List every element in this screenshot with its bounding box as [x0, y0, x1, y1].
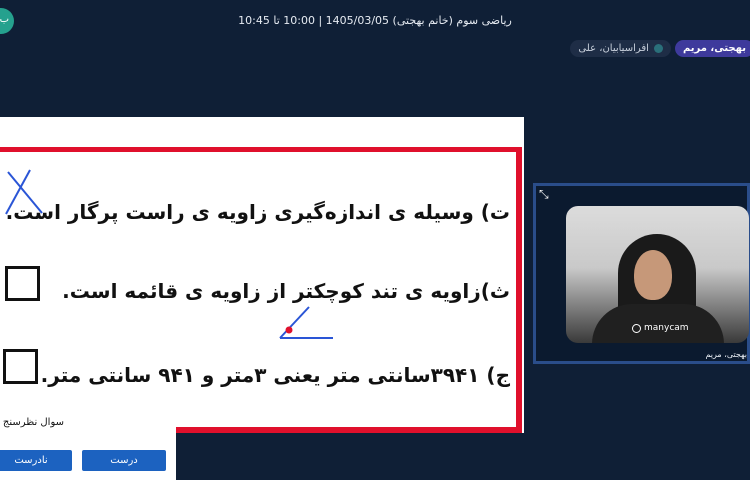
poll-title: سوال نظرسنج — [2, 417, 64, 428]
participant-chip-afrasiabian[interactable]: افراسیابیان، علی — [570, 40, 671, 57]
video-panel[interactable]: ⤡ manycam بهجتی، مریم — [533, 183, 750, 364]
question-line-2: ث)زاویه ی تند کوچکتر از زاویه ی قائمه اس… — [62, 279, 510, 303]
participant-status-dot — [653, 44, 663, 53]
video-feed: manycam — [566, 206, 749, 343]
participant-chip-label: افراسیابیان، علی — [578, 43, 649, 54]
participant-chips: بهجتی، مریم افراسیابیان، علی — [570, 40, 750, 57]
expand-arrows-icon[interactable]: ⤡ — [539, 187, 549, 202]
question-line-1: ت) وسیله ی اندازه‌گیری زاویه ی راست پرگا… — [5, 200, 510, 224]
answer-checkbox-3[interactable] — [3, 349, 38, 384]
question-line-3: ج) ۳۹۴۱سانتی متر یعنی ۳متر و ۹۴۱ سانتی م… — [40, 363, 510, 387]
participant-chip-behjati[interactable]: بهجتی، مریم — [674, 40, 750, 57]
participant-chip-label: بهجتی، مریم — [682, 43, 746, 54]
manycam-watermark-text: manycam — [644, 323, 689, 333]
whiteboard[interactable]: ت) وسیله ی اندازه‌گیری زاویه ی راست پرگا… — [0, 117, 524, 433]
manycam-watermark: manycam — [632, 323, 689, 333]
person-face — [634, 250, 672, 300]
poll-correct-button[interactable]: درست — [82, 450, 166, 471]
poll-panel: سوال نظرسنج درست نادرست — [0, 409, 176, 480]
session-title: ریاضی سوم (خانم بهجتی) 1405/03/05 | 10:0… — [238, 14, 512, 27]
poll-incorrect-button[interactable]: نادرست — [0, 450, 72, 471]
video-participant-name: بهجتی، مریم — [705, 350, 747, 359]
answer-checkbox-2[interactable] — [5, 266, 40, 301]
manycam-logo-icon — [632, 323, 641, 333]
